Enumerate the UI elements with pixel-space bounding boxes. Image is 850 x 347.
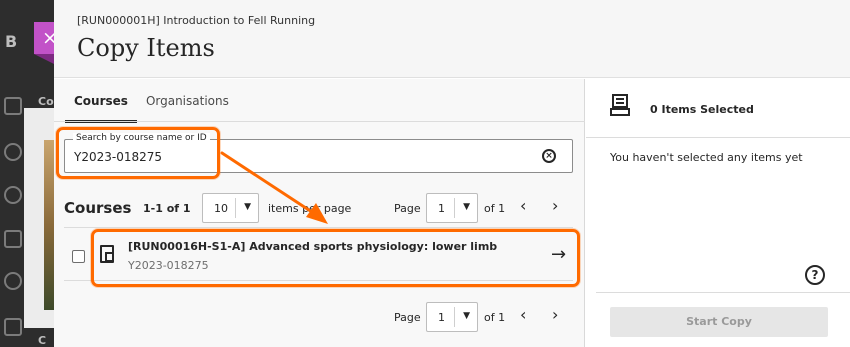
footer-page-select[interactable]: 1 ▼ xyxy=(426,302,478,332)
page-select[interactable]: 1 ▼ xyxy=(426,193,478,223)
previous-page-button[interactable]: ‹ xyxy=(520,196,526,215)
source-tabs: Courses Organisations xyxy=(65,94,238,123)
next-page-button[interactable]: › xyxy=(552,196,558,215)
footer-page-total: of 1 xyxy=(484,311,506,324)
tab-courses[interactable]: Courses xyxy=(65,94,137,123)
start-copy-button[interactable]: Start Copy xyxy=(610,307,828,337)
course-icon xyxy=(100,245,114,263)
close-tab-fold xyxy=(34,54,54,64)
items-selected-count: 0 Items Selected xyxy=(650,103,754,116)
course-id: Y2023-018275 xyxy=(128,259,209,272)
row-divider xyxy=(64,280,573,281)
results-count: 1-1 of 1 xyxy=(143,202,191,215)
items-per-page-label: items per page xyxy=(268,202,352,215)
selection-tray: 0 Items Selected You haven't selected an… xyxy=(586,79,850,347)
page-value: 1 xyxy=(438,202,445,215)
selected-items-icon xyxy=(610,94,632,118)
help-icon[interactable]: ? xyxy=(805,265,825,285)
course-search-input[interactable]: Search by course name or ID Y2023-018275… xyxy=(64,133,573,173)
chevron-down-icon: ▼ xyxy=(244,202,251,212)
profile-icon xyxy=(4,143,22,161)
tray-footer-divider xyxy=(596,292,850,293)
page-title: Copy Items xyxy=(77,34,215,62)
tabs-divider xyxy=(54,121,585,122)
copy-items-panel: [RUN000001H] Introduction to Fell Runnin… xyxy=(54,0,850,347)
calendar-icon xyxy=(4,230,22,248)
groups-icon xyxy=(4,272,22,290)
footer-page-label: Page xyxy=(394,311,421,324)
items-per-page-select[interactable]: 10 ▼ xyxy=(202,193,259,223)
background-app-letter: B xyxy=(5,32,18,51)
footer-next-page-button[interactable]: › xyxy=(552,305,558,324)
footer-previous-page-button[interactable]: ‹ xyxy=(520,305,526,324)
search-value: Y2023-018275 xyxy=(74,150,163,164)
chevron-down-icon: ▼ xyxy=(463,202,470,212)
institution-icon xyxy=(4,97,22,115)
page-total: of 1 xyxy=(484,202,506,215)
empty-selection-message: You haven't selected any items yet xyxy=(610,151,803,164)
background-app-text: Co xyxy=(38,95,54,108)
globe-icon xyxy=(4,186,22,204)
footer-page-value: 1 xyxy=(438,311,445,324)
tray-divider xyxy=(586,137,850,138)
search-label: Search by course name or ID xyxy=(73,133,210,143)
course-select-checkbox[interactable] xyxy=(72,250,85,263)
open-course-arrow-icon[interactable]: → xyxy=(551,244,566,265)
tab-organisations[interactable]: Organisations xyxy=(137,94,238,123)
course-browser: Courses Organisations Search by course n… xyxy=(54,79,585,347)
page-label: Page xyxy=(394,202,421,215)
course-name[interactable]: [RUN00016H-S1-A] Advanced sports physiol… xyxy=(128,240,497,253)
items-per-page-value: 10 xyxy=(214,202,228,215)
course-reference: [RUN000001H] Introduction to Fell Runnin… xyxy=(77,14,316,27)
grades-icon xyxy=(4,318,22,336)
panel-header: [RUN000001H] Introduction to Fell Runnin… xyxy=(54,0,850,78)
row-divider xyxy=(64,227,573,228)
results-heading: Courses xyxy=(64,199,132,217)
chevron-down-icon: ▼ xyxy=(463,311,470,321)
clear-search-icon[interactable]: × xyxy=(542,149,556,163)
background-app-text-2: C xyxy=(38,334,47,347)
